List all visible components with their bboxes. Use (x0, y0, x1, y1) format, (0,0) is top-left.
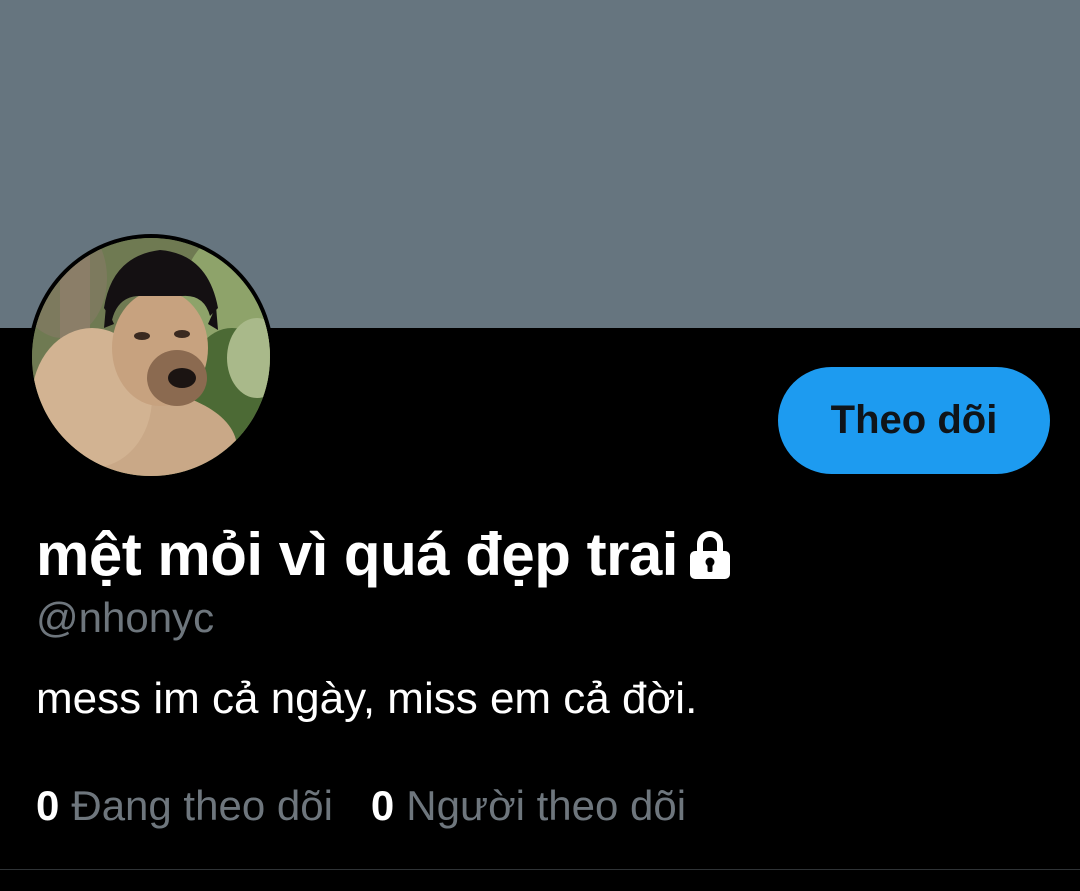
followers-count: 0 (370, 782, 395, 829)
avatar[interactable] (28, 234, 274, 480)
follow-button[interactable]: Theo dõi (778, 367, 1050, 474)
profile-page: Theo dõi mệt mỏi vì quá đẹp trai @nhonyc… (0, 0, 1080, 891)
following-link[interactable]: 0 Đang theo dõi (36, 782, 333, 830)
user-handle: @nhonyc (36, 594, 215, 641)
user-bio: mess im cả ngày, miss em cả đời. (36, 674, 698, 723)
divider (0, 869, 1080, 870)
following-label: Đang theo dõi (71, 782, 333, 829)
following-count: 0 (36, 782, 60, 829)
followers-label: Người theo dõi (406, 782, 687, 829)
lock-icon (686, 526, 734, 579)
follow-stats: 0 Đang theo dõi 0 Người theo dõi (36, 782, 724, 830)
display-name-text: mệt mỏi vì quá đẹp trai (36, 520, 678, 588)
followers-link[interactable]: 0 Người theo dõi (371, 782, 686, 830)
display-name: mệt mỏi vì quá đẹp trai (36, 514, 734, 594)
avatar-photo (32, 238, 270, 476)
